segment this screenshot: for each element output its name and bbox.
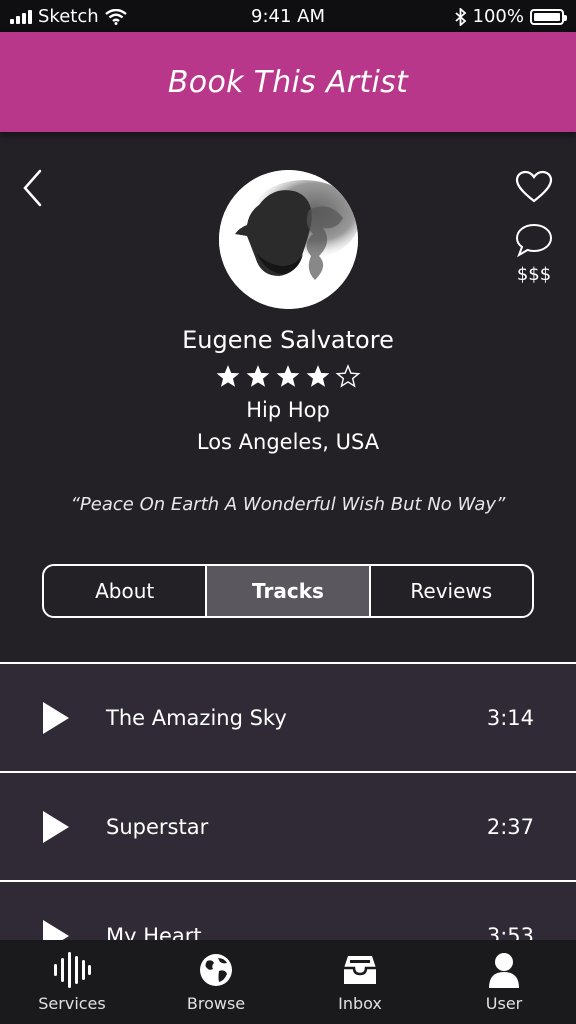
artist-name: Eugene Salvatore — [182, 326, 394, 354]
heart-icon[interactable] — [515, 170, 553, 204]
star-filled-icon — [276, 365, 300, 387]
side-actions: $$$ — [514, 170, 554, 285]
play-icon[interactable] — [42, 919, 70, 943]
chat-bubble-icon[interactable] — [514, 222, 554, 258]
tab-label: User — [485, 994, 523, 1013]
artist-quote: “Peace On Earth A Wonderful Wish But No … — [70, 494, 506, 515]
header-bar: Book This Artist — [0, 32, 576, 132]
user-icon — [489, 953, 519, 988]
bluetooth-icon — [454, 7, 466, 26]
star-filled-icon — [216, 365, 240, 387]
battery-label: 100% — [472, 6, 524, 27]
play-icon[interactable] — [42, 701, 70, 735]
track-duration: 3:14 — [486, 705, 534, 730]
track-row[interactable]: My Heart 3:53 — [0, 880, 576, 942]
status-bar: Sketch 9:41 AM 100% — [0, 0, 576, 32]
inbox-icon — [344, 956, 376, 984]
tab-label: Services — [38, 994, 106, 1013]
star-filled-icon — [246, 365, 270, 387]
avatar — [219, 170, 358, 309]
artist-portrait-image — [219, 170, 358, 309]
price-level: $$$ — [516, 264, 552, 285]
battery-icon — [530, 8, 567, 25]
page-title: Book This Artist — [167, 64, 409, 100]
bottom-tab-bar: Services Browse Inbox User — [0, 940, 576, 1024]
segmented-tabs: About Tracks Reviews — [42, 564, 534, 618]
star-outline-icon — [335, 364, 361, 388]
play-icon[interactable] — [42, 810, 70, 844]
sound-wave-icon — [54, 952, 91, 988]
tab-tracks[interactable]: Tracks — [205, 566, 369, 616]
tab-reviews[interactable]: Reviews — [368, 566, 532, 616]
track-list: The Amazing Sky 3:14 Superstar 2:37 My H… — [0, 662, 576, 942]
back-chevron-icon[interactable] — [20, 168, 50, 208]
track-row[interactable]: The Amazing Sky 3:14 — [0, 662, 576, 771]
globe-icon — [200, 954, 232, 986]
track-title: The Amazing Sky — [106, 705, 287, 730]
track-title: Superstar — [106, 814, 209, 839]
status-right: 100% — [454, 6, 567, 27]
tab-services[interactable]: Services — [0, 940, 144, 1024]
tab-inbox[interactable]: Inbox — [288, 940, 432, 1024]
tab-browse[interactable]: Browse — [144, 940, 288, 1024]
rating-stars — [0, 364, 576, 389]
star-filled-icon — [306, 365, 330, 387]
artist-genre: Hip Hop — [246, 398, 330, 422]
tab-label: Browse — [186, 994, 246, 1013]
track-row[interactable]: Superstar 2:37 — [0, 771, 576, 880]
tab-user[interactable]: User — [432, 940, 576, 1024]
track-duration: 2:37 — [486, 814, 534, 839]
tab-about[interactable]: About — [44, 566, 205, 616]
tab-label: Inbox — [338, 994, 382, 1013]
artist-location: Los Angeles, USA — [196, 430, 380, 454]
